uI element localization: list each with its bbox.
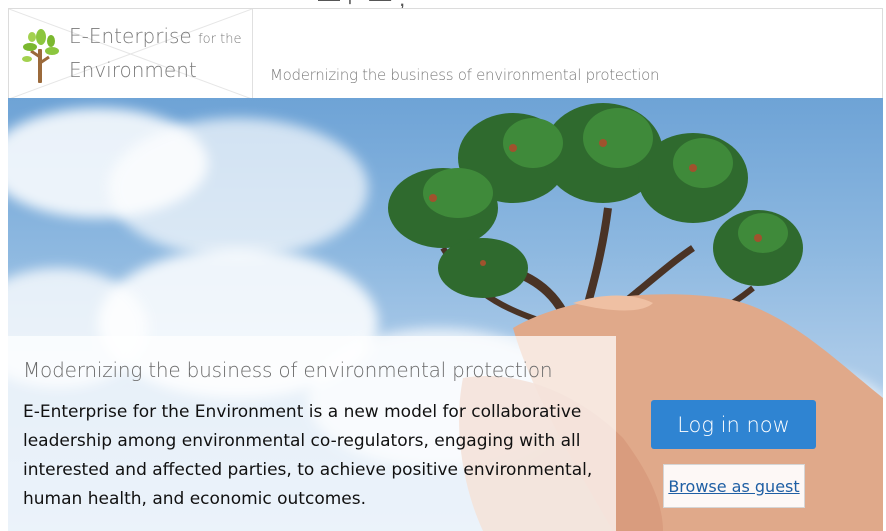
- login-button[interactable]: Log in now: [651, 400, 816, 449]
- logo-title-small: for the: [198, 32, 242, 47]
- top-strip: — ⌐ — ,: [0, 0, 886, 8]
- site-logo[interactable]: E-Enterprise for the Environment: [9, 9, 253, 99]
- hero-banner: Modernizing the business of environmenta…: [8, 98, 883, 531]
- cloud-shape: [108, 118, 368, 258]
- logo-title-line2: Environment: [69, 58, 197, 82]
- browse-as-guest-button[interactable]: Browse as guest: [663, 464, 805, 508]
- sapling-icon: [22, 29, 59, 83]
- cut-off-heading: — ⌐ — ,: [318, 0, 458, 8]
- site-header: E-Enterprise for the Environment Moderni…: [8, 8, 883, 99]
- header-tagline: Modernizing the business of environmenta…: [270, 66, 660, 84]
- hero-title: Modernizing the business of environmenta…: [23, 358, 553, 382]
- logo-text: E-Enterprise for the Environment: [69, 23, 241, 83]
- hero-info-panel: Modernizing the business of environmenta…: [8, 336, 616, 531]
- hero-description: E-Enterprise for the Environment is a ne…: [23, 402, 593, 509]
- logo-title-line1: E-Enterprise: [69, 24, 192, 48]
